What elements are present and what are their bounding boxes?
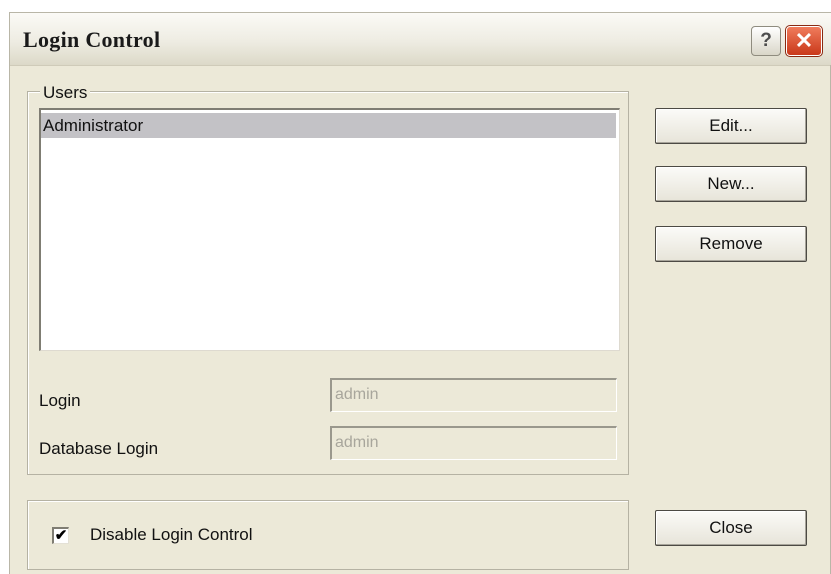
database-login-label: Database Login xyxy=(39,439,159,458)
list-item[interactable]: Administrator xyxy=(41,113,616,138)
dialog-title: Login Control xyxy=(23,27,161,52)
remove-button[interactable]: Remove xyxy=(655,226,807,262)
login-control-dialog: Login Control ? ✕ Users Administrator Lo… xyxy=(9,12,831,574)
close-icon[interactable]: ✕ xyxy=(785,25,823,57)
users-listbox[interactable]: Administrator xyxy=(39,108,620,351)
login-field[interactable]: admin xyxy=(330,378,617,412)
close-button[interactable]: Close xyxy=(655,510,807,546)
disable-login-label[interactable]: Disable Login Control xyxy=(90,525,253,545)
new-button[interactable]: New... xyxy=(655,166,807,202)
disable-login-checkbox[interactable]: ✔ xyxy=(52,527,69,544)
edit-button[interactable]: Edit... xyxy=(655,108,807,144)
help-icon[interactable]: ? xyxy=(751,26,781,56)
users-group-label: Users xyxy=(40,83,91,103)
database-login-field[interactable]: admin xyxy=(330,426,617,460)
title-bar[interactable]: Login Control ? ✕ xyxy=(10,13,831,66)
login-label: Login xyxy=(39,391,81,410)
